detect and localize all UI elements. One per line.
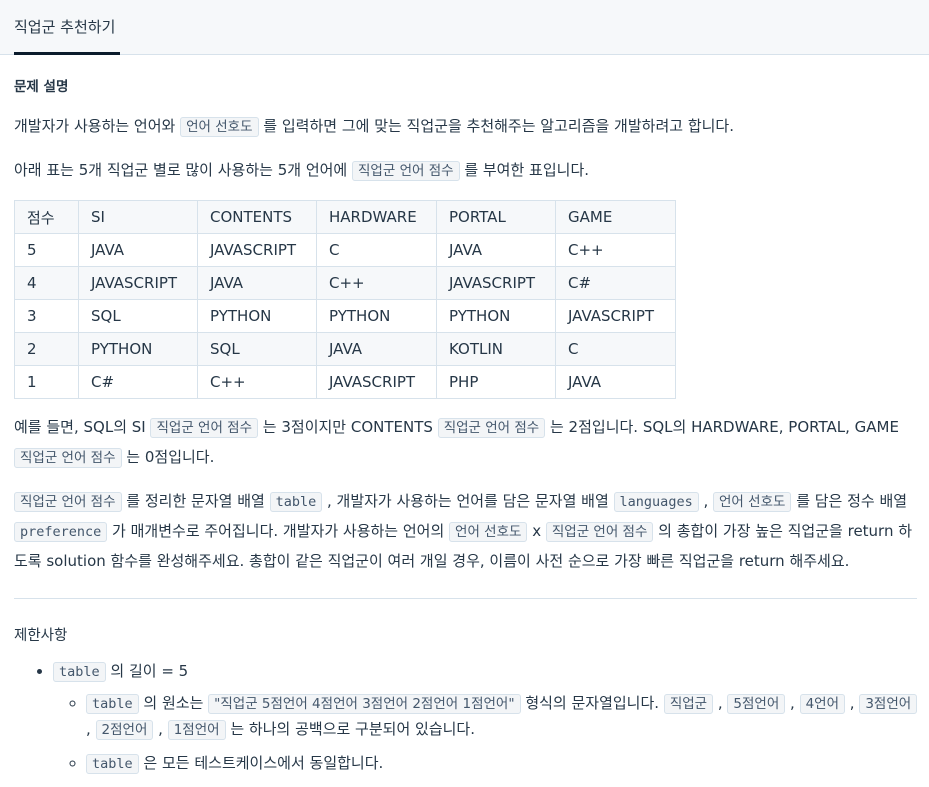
table-cell: JAVA: [555, 365, 676, 399]
table-cell: KOTLIN: [436, 332, 556, 366]
table-cell: C#: [555, 266, 676, 300]
inline-code: preference: [14, 522, 108, 542]
table-cell: C++: [197, 365, 317, 399]
table-row: 3 SQL PYTHON PYTHON PYTHON JAVASCRIPT: [14, 299, 676, 333]
description-paragraph-2: 아래 표는 5개 직업군 별로 많이 사용하는 5개 언어에 직업군 언어 점수…: [14, 161, 590, 181]
table-cell: JAVASCRIPT: [436, 266, 556, 300]
inline-code: 직업군: [663, 694, 714, 714]
table-cell: PYTHON: [436, 299, 556, 333]
inline-code: table: [86, 694, 139, 714]
inline-code: 4언어: [799, 694, 846, 714]
inline-code: languages: [613, 492, 699, 512]
table-cell: JAVASCRIPT: [555, 299, 676, 333]
inline-code: 직업군 언어 점수: [14, 448, 122, 468]
table-cell: JAVASCRIPT: [78, 266, 198, 300]
tab-bar: 직업군 추천하기: [0, 0, 929, 55]
constraints-heading: 제한사항: [14, 628, 68, 644]
table-header-row: 점수 SI CONTENTS HARDWARE PORTAL GAME: [14, 200, 676, 234]
inline-code: 3점언어: [859, 694, 918, 714]
table-header-cell: 점수: [14, 200, 79, 234]
inline-code: "직업군 5점언어 4점언어 3점언어 2점언어 1점언어": [208, 694, 521, 714]
table-cell: C++: [555, 233, 676, 267]
score-table: 점수 SI CONTENTS HARDWARE PORTAL GAME 5 JA…: [14, 200, 676, 399]
inline-code: 직업군 언어 점수: [14, 492, 122, 512]
section-divider: [14, 598, 917, 599]
inline-code: table: [53, 662, 106, 682]
table-cell: JAVA: [316, 332, 437, 366]
table-cell: JAVASCRIPT: [197, 233, 317, 267]
table-row: 2 PYTHON SQL JAVA KOTLIN C: [14, 332, 676, 366]
list-item: table 의 길이 = 5 table 의 원소는 "직업군 5점언어 4점언…: [53, 657, 923, 777]
table-cell: SQL: [78, 299, 198, 333]
inline-code: 2점언어: [95, 720, 154, 740]
table-header-cell: PORTAL: [436, 200, 556, 234]
inline-code: table: [86, 754, 139, 774]
table-cell: 4: [14, 266, 79, 300]
inline-code: table: [269, 492, 323, 512]
table-cell: JAVA: [78, 233, 198, 267]
description-paragraph-1: 개발자가 사용하는 언어와 언어 선호도 를 입력하면 그에 맞는 직업군을 추…: [14, 117, 734, 137]
list-item: table 의 원소는 "직업군 5점언어 4점언어 3점언어 2점언어 1점언…: [86, 691, 923, 743]
table-cell: 5: [14, 233, 79, 267]
table-cell: C++: [316, 266, 437, 300]
constraints-sublist: table 의 원소는 "직업군 5점언어 4점언어 3점언어 2점언어 1점언…: [53, 691, 923, 777]
description-paragraph-4: 직업군 언어 점수 를 정리한 문자열 배열 table , 개발자가 사용하는…: [14, 492, 913, 570]
table-cell: 3: [14, 299, 79, 333]
problem-content: 문제 설명 개발자가 사용하는 언어와 언어 선호도 를 입력하면 그에 맞는 …: [0, 75, 929, 777]
constraints-list: table 의 길이 = 5 table 의 원소는 "직업군 5점언어 4점언…: [14, 657, 923, 777]
table-header-cell: GAME: [555, 200, 676, 234]
table-cell: PHP: [436, 365, 556, 399]
inline-code: 언어 선호도: [713, 492, 792, 512]
table-cell: PYTHON: [78, 332, 198, 366]
inline-code: 직업군 언어 점수: [545, 522, 654, 542]
table-cell: 1: [14, 365, 79, 399]
inline-code: 언어 선호도: [180, 117, 259, 137]
table-header-cell: SI: [78, 200, 198, 234]
table-header-cell: HARDWARE: [316, 200, 437, 234]
description-heading: 문제 설명: [14, 79, 69, 95]
table-row: 5 JAVA JAVASCRIPT C JAVA C++: [14, 233, 676, 267]
table-cell: PYTHON: [316, 299, 437, 333]
inline-code: 1점언어: [167, 720, 226, 740]
table-header-cell: CONTENTS: [197, 200, 317, 234]
table-cell: C: [555, 332, 676, 366]
inline-code: 직업군 언어 점수: [437, 418, 546, 438]
table-row: 4 JAVASCRIPT JAVA C++ JAVASCRIPT C#: [14, 266, 676, 300]
table-cell: 2: [14, 332, 79, 366]
inline-code: 언어 선호도: [449, 522, 528, 542]
description-paragraph-3: 예를 들면, SQL의 SI 직업군 언어 점수 는 3점이지만 CONTENT…: [14, 418, 899, 468]
table-cell: PYTHON: [197, 299, 317, 333]
table-cell: C#: [78, 365, 198, 399]
table-cell: JAVA: [197, 266, 317, 300]
tab-problem[interactable]: 직업군 추천하기: [14, 0, 120, 55]
table-cell: JAVA: [436, 233, 556, 267]
table-cell: C: [316, 233, 437, 267]
list-item: table 은 모든 테스트케이스에서 동일합니다.: [86, 751, 923, 777]
inline-code: 5점언어: [727, 694, 786, 714]
table-cell: SQL: [197, 332, 317, 366]
table-row: 1 C# C++ JAVASCRIPT PHP JAVA: [14, 365, 676, 399]
table-cell: JAVASCRIPT: [316, 365, 437, 399]
inline-code: 직업군 언어 점수: [150, 418, 259, 438]
inline-code: 직업군 언어 점수: [352, 161, 460, 181]
